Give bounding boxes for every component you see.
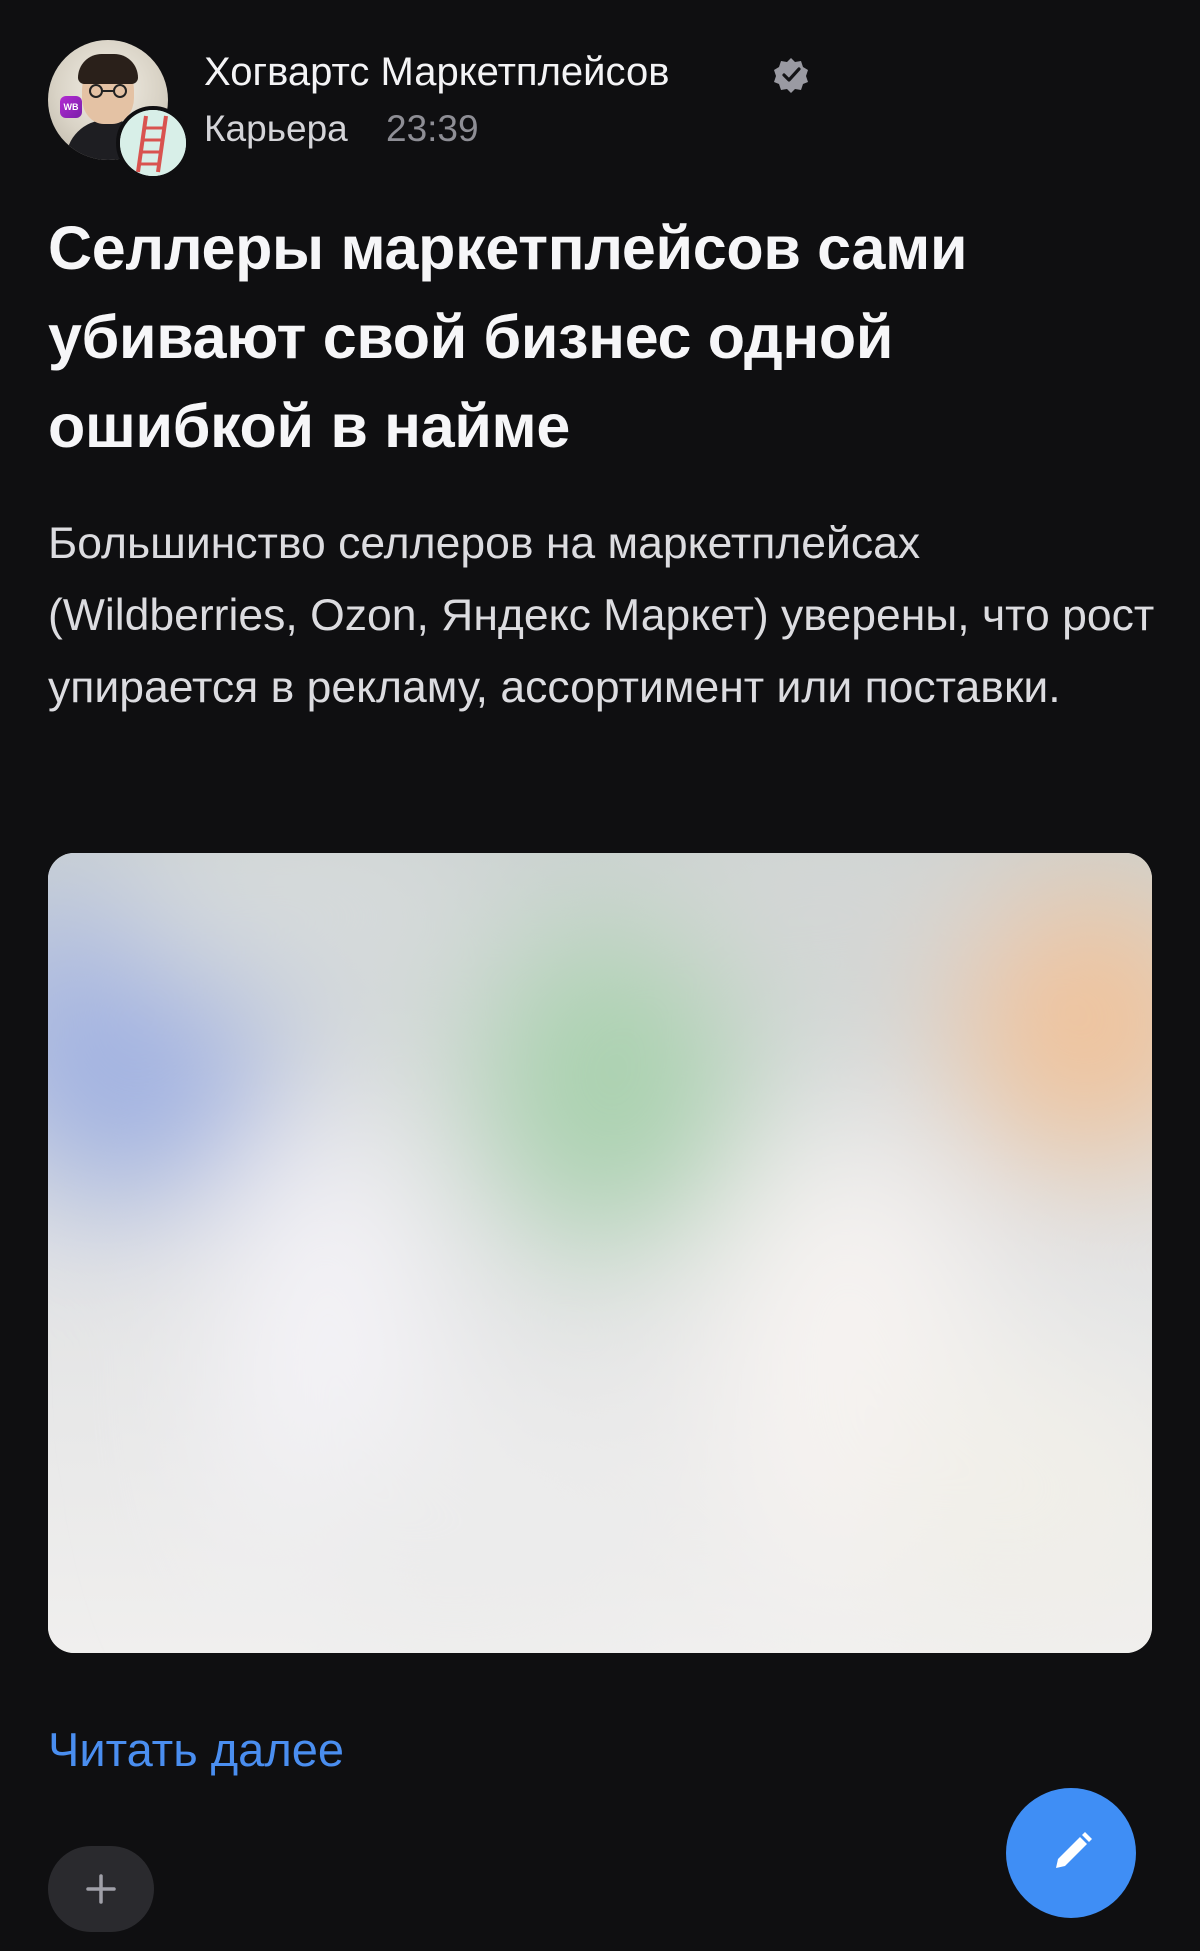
compose-button[interactable] (1006, 1788, 1136, 1918)
avatar-wb-badge: WB (60, 96, 82, 118)
plus-icon (86, 1874, 116, 1904)
avatar-hair-shape (78, 54, 138, 84)
post-cover-image[interactable] (48, 853, 1152, 1653)
channel-name[interactable]: Хогвартс Маркетплейсов (204, 48, 669, 96)
post-header: WB Хогвартс Маркетплейсов Карьера 23:39 (48, 40, 1148, 180)
verified-check-icon (774, 58, 808, 93)
read-more-link[interactable]: Читать далее (48, 1720, 344, 1780)
post-lead: Большинство селлеров на маркетплейсах (W… (48, 519, 1155, 712)
add-reaction-button[interactable] (48, 1846, 154, 1932)
avatar-glasses-shape (89, 84, 127, 98)
category-ladder-icon (116, 106, 190, 180)
blurred-image-placeholder (48, 853, 1152, 1653)
post-time: 23:39 (386, 108, 479, 149)
post-title: Селлеры маркетплейсов сами убивают свой … (48, 214, 968, 460)
pencil-icon (1056, 1832, 1092, 1868)
post-category[interactable]: Карьера (204, 106, 348, 152)
